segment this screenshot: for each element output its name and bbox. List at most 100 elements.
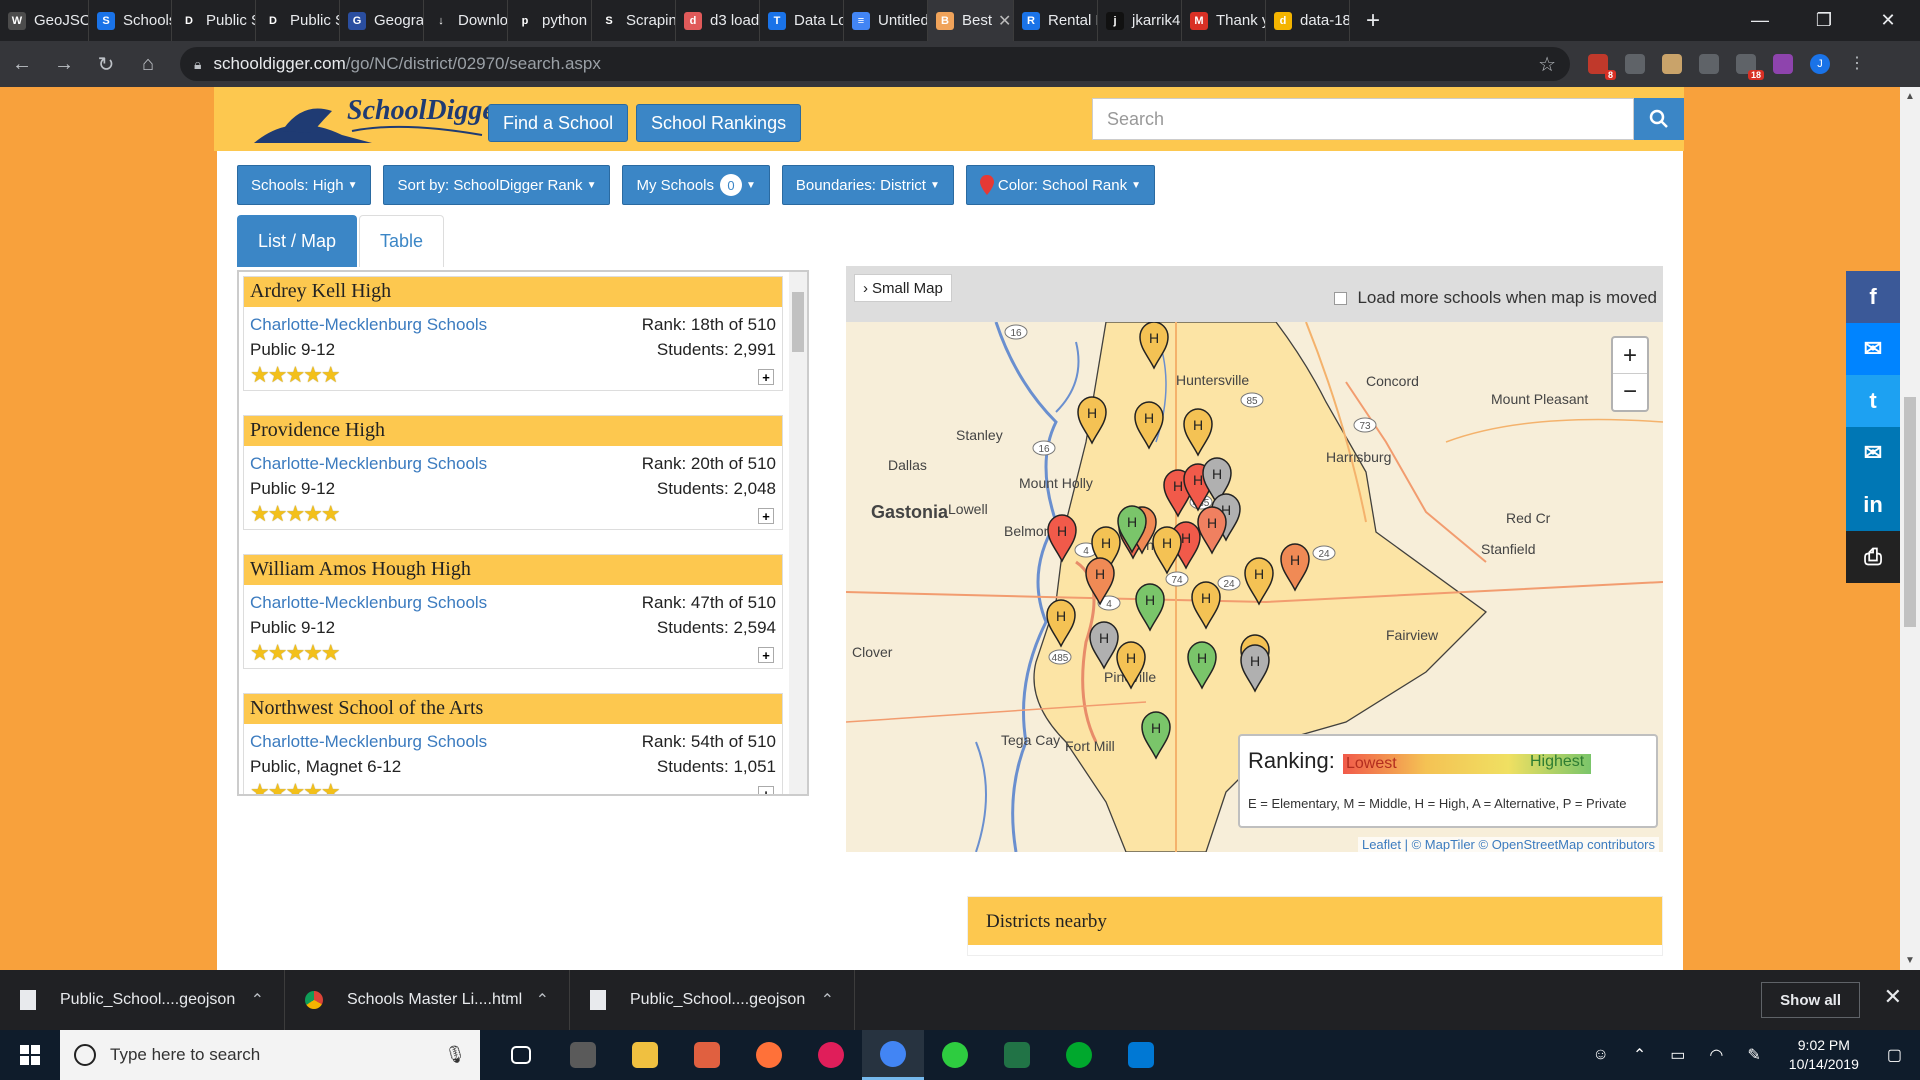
school-card[interactable]: Providence High Charlotte-Mecklenburg Sch… (243, 415, 783, 530)
add-school-button[interactable]: + (758, 508, 774, 524)
browser-tab[interactable]: D Public S (256, 0, 340, 41)
print-share-icon[interactable]: ⎙ (1846, 531, 1900, 583)
browser-tab[interactable]: G Geogra (340, 0, 424, 41)
notifications-icon[interactable]: ▢ (1887, 1045, 1902, 1065)
district-link[interactable]: Charlotte-Mecklenburg Schools (250, 732, 487, 752)
chrome-icon[interactable] (862, 1030, 924, 1080)
adblock-icon[interactable]: 8 (1588, 54, 1616, 80)
close-tab-icon[interactable]: ✕ (998, 11, 1011, 31)
add-school-button[interactable]: + (758, 369, 774, 385)
zoom-in-button[interactable]: + (1613, 338, 1647, 374)
browser-tab[interactable]: W GeoJSO (0, 0, 89, 41)
browser-tab[interactable]: p python (508, 0, 592, 41)
browser-tab[interactable]: ≡ Untitled (844, 0, 928, 41)
schooldigger-logo[interactable]: SchoolDigger (252, 91, 506, 147)
bookmark-star-icon[interactable]: ☆ (1538, 52, 1556, 77)
menu-icon[interactable]: ⋮ (1847, 54, 1867, 74)
page-scrollbar[interactable]: ▲ ▼ (1900, 87, 1920, 970)
chevron-up-icon[interactable]: ⌃ (821, 990, 834, 1010)
district-link[interactable]: Charlotte-Mecklenburg Schools (250, 454, 487, 474)
school-name[interactable]: Ardrey Kell High (244, 277, 782, 307)
tab-table[interactable]: Table (359, 215, 445, 267)
close-downloads-icon[interactable]: ✕ (1884, 984, 1902, 1010)
district-link[interactable]: Charlotte-Mecklenburg Schools (250, 593, 487, 613)
pen-icon[interactable]: ✎ (1747, 1045, 1760, 1065)
slack-icon[interactable] (800, 1030, 862, 1080)
calculator-icon[interactable] (552, 1030, 614, 1080)
microphone-icon[interactable]: 🎙︎ (444, 1045, 466, 1065)
mail-extension-icon[interactable]: 18 (1736, 54, 1764, 80)
show-all-button[interactable]: Show all (1761, 982, 1860, 1018)
tab-list-map[interactable]: List / Map (237, 215, 358, 267)
extension-icon[interactable] (1773, 54, 1793, 74)
download-item[interactable]: Public_School....geojson ⌃ (570, 970, 855, 1030)
list-scrollbar[interactable] (789, 272, 807, 794)
browser-tab[interactable]: B Best ✕ (928, 0, 1014, 41)
browser-tab[interactable]: M Thank y (1182, 0, 1266, 41)
leaflet-link[interactable]: Leaflet (1362, 837, 1401, 852)
restore-icon[interactable]: ❐ (1792, 0, 1856, 41)
school-name[interactable]: Northwest School of the Arts (244, 694, 782, 724)
sync-icon[interactable] (924, 1030, 986, 1080)
task-view-icon[interactable] (490, 1030, 552, 1080)
scroll-down-icon[interactable]: ▼ (1905, 955, 1915, 966)
email-share-icon[interactable]: ✉ (1846, 427, 1900, 479)
messenger-share-icon[interactable]: ✉ (1846, 323, 1900, 375)
chevron-up-icon[interactable]: ⌃ (1633, 1045, 1646, 1065)
browser-tab[interactable]: d data-18 (1266, 0, 1350, 41)
school-card[interactable]: Ardrey Kell High Charlotte-Mecklenburg Sc… (243, 276, 783, 391)
profile-avatar[interactable]: J (1810, 54, 1830, 74)
school-card[interactable]: Northwest School of the Arts Charlotte-Me… (243, 693, 783, 794)
download-item[interactable]: Schools Master Li....html ⌃ (285, 970, 570, 1030)
find-school-button[interactable]: Find a School (488, 104, 629, 142)
school-card[interactable]: William Amos Hough High Charlotte-Mecklen… (243, 554, 783, 669)
my-schools-dropdown[interactable]: My Schools 0 ▼ (622, 165, 770, 205)
firefox-icon[interactable] (738, 1030, 800, 1080)
excel-icon[interactable] (986, 1030, 1048, 1080)
browser-tab[interactable]: S Schools (89, 0, 172, 41)
evernote-icon[interactable] (1048, 1030, 1110, 1080)
people-icon[interactable]: ☺ (1593, 1046, 1609, 1064)
reload-icon[interactable]: ↻ (86, 44, 126, 84)
taskbar-search-input[interactable]: Type here to search 🎙︎ (60, 1030, 480, 1080)
scroll-up-icon[interactable]: ▲ (1905, 91, 1915, 102)
vscode-icon[interactable] (1110, 1030, 1172, 1080)
battery-icon[interactable]: ▭ (1670, 1045, 1685, 1065)
district-link[interactable]: Charlotte-Mecklenburg Schools (250, 315, 487, 335)
add-school-button[interactable]: + (758, 647, 774, 663)
chevron-up-icon[interactable]: ⌃ (536, 990, 549, 1010)
school-map[interactable]: Huntersville Concord Mount Pleasant Stanley… (846, 322, 1663, 852)
browser-tab[interactable]: D Public S (172, 0, 256, 41)
school-name[interactable]: William Amos Hough High (244, 555, 782, 585)
site-search-input[interactable]: Search (1092, 98, 1634, 140)
browser-tab[interactable]: d d3 load (676, 0, 760, 41)
load-more-toggle[interactable]: Load more schools when map is moved (1334, 288, 1657, 308)
taskbar-clock[interactable]: 9:02 PM 10/14/2019 (1789, 1036, 1859, 1074)
facebook-share-icon[interactable]: f (1846, 271, 1900, 323)
forward-icon[interactable]: → (44, 44, 84, 84)
chevron-up-icon[interactable]: ⌃ (251, 990, 264, 1010)
wifi-icon[interactable]: ◠ (1709, 1045, 1723, 1065)
download-item[interactable]: Public_School....geojson ⌃ (0, 970, 285, 1030)
color-dropdown[interactable]: Color: School Rank ▼ (965, 165, 1156, 205)
browser-tab[interactable]: ↓ Downlo (424, 0, 508, 41)
list-scrollbar-thumb[interactable] (792, 292, 804, 352)
windows-start-icon[interactable] (0, 1030, 60, 1080)
close-icon[interactable]: ✕ (1856, 0, 1920, 41)
extension-icon[interactable] (1662, 54, 1682, 74)
extension-icon[interactable] (1625, 54, 1645, 74)
address-bar[interactable]: 🔒︎ schooldigger.com/go/NC/district/02970… (180, 47, 1570, 81)
zoom-out-button[interactable]: − (1613, 374, 1647, 410)
twitter-share-icon[interactable]: t (1846, 375, 1900, 427)
small-map-button[interactable]: › Small Map (854, 274, 952, 302)
minimize-icon[interactable]: — (1728, 0, 1792, 41)
browser-tab[interactable]: R Rental L (1014, 0, 1098, 41)
schools-level-dropdown[interactable]: Schools: High ▼ (237, 165, 372, 205)
search-button[interactable] (1634, 98, 1684, 140)
page-scrollbar-thumb[interactable] (1904, 397, 1916, 627)
browser-tab[interactable]: S Scrapin (592, 0, 676, 41)
boundaries-dropdown[interactable]: Boundaries: District ▼ (781, 165, 954, 205)
school-name[interactable]: Providence High (244, 416, 782, 446)
home-icon[interactable]: ⌂ (128, 44, 168, 84)
sort-dropdown[interactable]: Sort by: SchoolDigger Rank ▼ (383, 165, 611, 205)
